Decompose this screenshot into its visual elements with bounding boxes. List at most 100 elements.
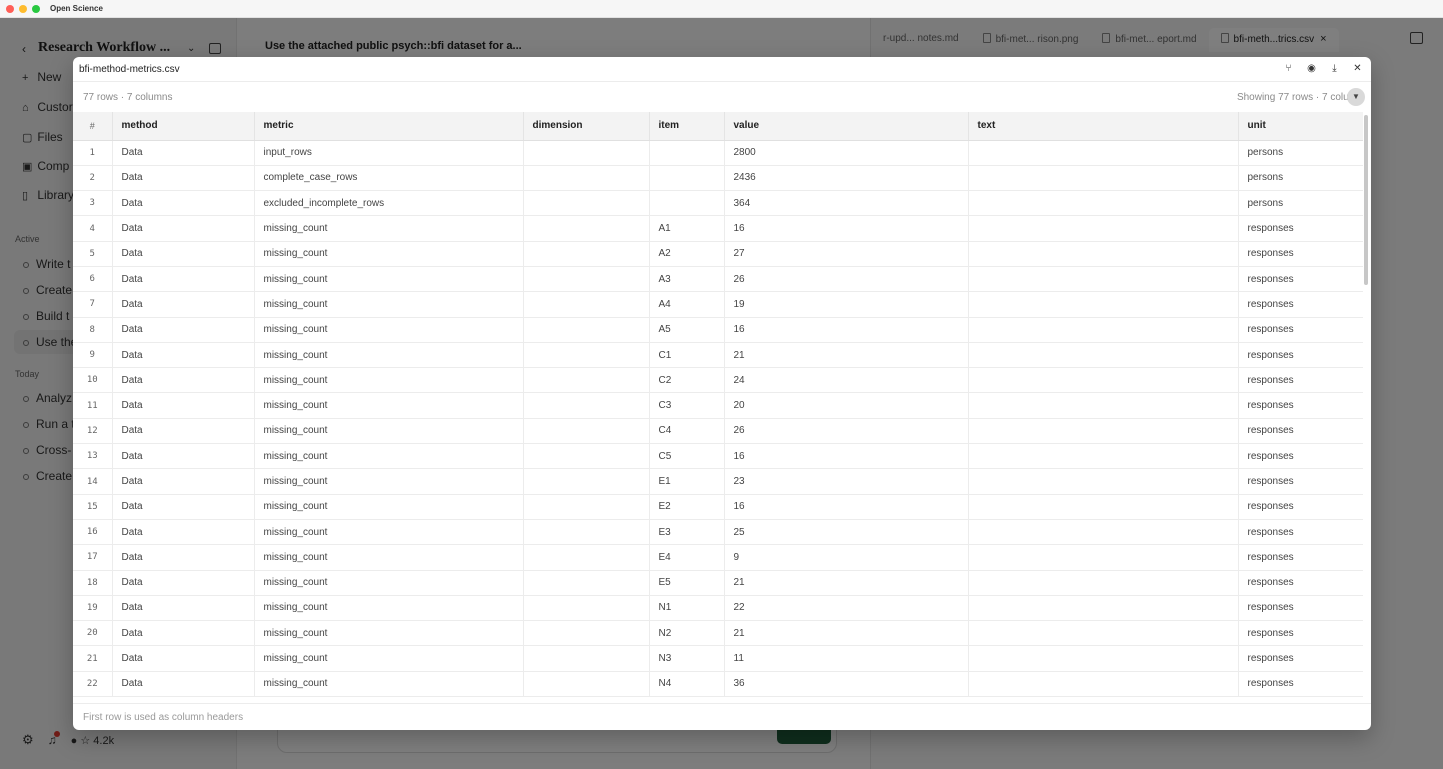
- table-cell: [523, 215, 650, 242]
- row-number-cell: 4: [73, 215, 113, 242]
- row-number-cell: 16: [73, 519, 113, 546]
- table-row[interactable]: 10 Data missing_count C2 24 responses: [73, 367, 1363, 394]
- table-cell: Data: [112, 519, 255, 546]
- table-row[interactable]: 8 Data missing_count A5 16 responses: [73, 317, 1363, 343]
- table-row[interactable]: 13 Data missing_count C5 16 responses: [73, 443, 1363, 470]
- table-cell: Data: [112, 418, 255, 445]
- table-row[interactable]: 11 Data missing_count C3 20 responses: [73, 392, 1363, 419]
- row-number-cell: 7: [73, 291, 113, 318]
- table-row[interactable]: 14 Data missing_count E1 23 responses: [73, 468, 1363, 495]
- table-row[interactable]: 15 Data missing_count E2 16 responses: [73, 494, 1363, 520]
- table-cell: 25: [724, 519, 969, 546]
- table-cell: missing_count: [254, 595, 524, 622]
- column-header[interactable]: dimension: [523, 112, 650, 141]
- table-cell: [523, 418, 650, 445]
- table-row[interactable]: 16 Data missing_count E3 25 responses: [73, 519, 1363, 546]
- table-cell: E1: [649, 468, 725, 495]
- table-row[interactable]: 18 Data missing_count E5 21 responses: [73, 570, 1363, 596]
- eye-icon[interactable]: ◉: [1306, 63, 1317, 74]
- table-row[interactable]: 5 Data missing_count A2 27 responses: [73, 241, 1363, 267]
- table-cell: Data: [112, 645, 255, 672]
- table-cell: Data: [112, 165, 255, 192]
- table-cell: missing_count: [254, 392, 524, 419]
- vertical-scrollbar[interactable]: [1364, 115, 1368, 285]
- table-cell: [523, 190, 650, 217]
- table-cell: responses: [1238, 317, 1363, 343]
- table-cell: [649, 165, 725, 192]
- table-cell: [968, 215, 1239, 242]
- table-cell: Data: [112, 392, 255, 419]
- table-cell: 21: [724, 342, 969, 369]
- row-number-cell: 8: [73, 317, 113, 343]
- column-header[interactable]: unit: [1238, 112, 1363, 141]
- table-cell: persons: [1238, 140, 1363, 166]
- table-cell: responses: [1238, 570, 1363, 596]
- close-window-button[interactable]: [6, 4, 14, 13]
- table-row[interactable]: 21 Data missing_count N3 11 responses: [73, 645, 1363, 672]
- table-cell: responses: [1238, 291, 1363, 318]
- table-row[interactable]: 7 Data missing_count A4 19 responses: [73, 291, 1363, 318]
- table-cell: [523, 595, 650, 622]
- table-cell: missing_count: [254, 418, 524, 445]
- row-number-cell: 3: [73, 190, 113, 217]
- table-cell: [523, 392, 650, 419]
- table-cell: missing_count: [254, 494, 524, 520]
- modal-title: bfi-method-metrics.csv: [79, 64, 180, 75]
- table-cell: [523, 266, 650, 293]
- table-cell: 16: [724, 443, 969, 470]
- download-icon[interactable]: ⤓: [1329, 63, 1340, 74]
- chevron-down-icon[interactable]: ▼: [1347, 88, 1365, 106]
- table-row[interactable]: 9 Data missing_count C1 21 responses: [73, 342, 1363, 369]
- zoom-window-button[interactable]: [32, 4, 40, 13]
- column-header[interactable]: item: [649, 112, 725, 141]
- table-cell: responses: [1238, 443, 1363, 470]
- csv-table-container[interactable]: # method metric dimension item value tex…: [73, 112, 1363, 703]
- branch-icon[interactable]: ⑂: [1283, 63, 1294, 74]
- table-cell: [649, 190, 725, 217]
- column-header[interactable]: text: [968, 112, 1239, 141]
- column-header[interactable]: method: [112, 112, 255, 141]
- table-row[interactable]: 17 Data missing_count E4 9 responses: [73, 544, 1363, 571]
- table-cell: N4: [649, 671, 725, 698]
- modal-actions: ⑂ ◉ ⤓ ✕: [1283, 63, 1363, 74]
- table-row[interactable]: 2 Data complete_case_rows 2436 persons: [73, 165, 1363, 192]
- minimize-window-button[interactable]: [19, 4, 27, 13]
- table-cell: [523, 241, 650, 267]
- table-row[interactable]: 3 Data excluded_incomplete_rows 364 persons: [73, 190, 1363, 217]
- table-cell: A3: [649, 266, 725, 293]
- table-cell: [523, 544, 650, 571]
- table-cell: 9: [724, 544, 969, 571]
- table-cell: [968, 519, 1239, 546]
- table-cell: [968, 443, 1239, 470]
- close-icon[interactable]: ✕: [1352, 63, 1363, 74]
- table-cell: Data: [112, 215, 255, 242]
- row-column-count: 77 rows · 7 columns: [83, 92, 173, 103]
- table-cell: persons: [1238, 190, 1363, 217]
- table-row[interactable]: 20 Data missing_count N2 21 responses: [73, 620, 1363, 647]
- table-row[interactable]: 1 Data input_rows 2800 persons: [73, 140, 1363, 166]
- row-number-cell: 18: [73, 570, 113, 596]
- column-header[interactable]: value: [724, 112, 969, 141]
- table-cell: Data: [112, 140, 255, 166]
- table-row[interactable]: 12 Data missing_count C4 26 responses: [73, 418, 1363, 445]
- row-number-cell: 20: [73, 620, 113, 647]
- table-row[interactable]: 22 Data missing_count N4 36 responses: [73, 671, 1363, 698]
- showing-rows-text: Showing 77 rows · 7 colum: [1236, 92, 1357, 103]
- table-cell: missing_count: [254, 443, 524, 470]
- table-cell: [968, 418, 1239, 445]
- table-cell: 19: [724, 291, 969, 318]
- row-number-cell: 9: [73, 342, 113, 369]
- table-cell: C5: [649, 443, 725, 470]
- table-cell: Data: [112, 671, 255, 698]
- table-cell: responses: [1238, 671, 1363, 698]
- table-row[interactable]: 6 Data missing_count A3 26 responses: [73, 266, 1363, 293]
- table-cell: missing_count: [254, 620, 524, 647]
- table-cell: [523, 671, 650, 698]
- table-row[interactable]: 19 Data missing_count N1 22 responses: [73, 595, 1363, 622]
- column-header[interactable]: metric: [254, 112, 524, 141]
- table-cell: [968, 165, 1239, 192]
- table-cell: [968, 494, 1239, 520]
- table-cell: responses: [1238, 342, 1363, 369]
- table-cell: missing_count: [254, 241, 524, 267]
- table-row[interactable]: 4 Data missing_count A1 16 responses: [73, 215, 1363, 242]
